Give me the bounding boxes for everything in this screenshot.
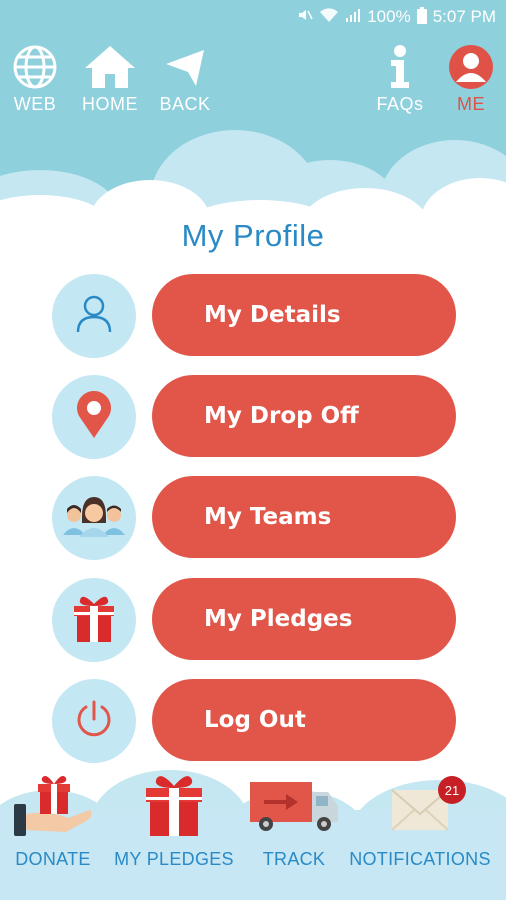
bottom-nav-my-pledges[interactable]: MY PLEDGES xyxy=(112,770,236,870)
signal-icon xyxy=(345,7,361,27)
nav-faqs[interactable]: FAQs xyxy=(365,44,435,115)
my-pledges-label: MY PLEDGES xyxy=(114,849,234,869)
gift-icon xyxy=(140,770,208,843)
user-avatar-icon xyxy=(448,44,494,90)
pledges-icon-circle[interactable] xyxy=(52,578,136,662)
log-out-button[interactable]: Log Out xyxy=(152,679,456,761)
donate-label: DONATE xyxy=(15,849,91,869)
donate-hand-gift-icon xyxy=(10,770,96,843)
menu-row-drop-off: My Drop Off xyxy=(52,375,456,459)
mute-icon xyxy=(297,7,313,27)
person-outline-icon xyxy=(70,290,118,343)
menu-row-pledges: My Pledges xyxy=(52,578,456,662)
details-icon-circle[interactable] xyxy=(52,274,136,358)
nav-back[interactable]: BACK xyxy=(150,44,220,115)
nav-web[interactable]: WEB xyxy=(0,44,70,115)
power-icon xyxy=(72,697,116,746)
gift-icon xyxy=(68,592,120,649)
status-bar: 100% 5:07 PM xyxy=(0,0,506,34)
my-pledges-button[interactable]: My Pledges xyxy=(152,578,456,660)
info-icon xyxy=(385,44,415,90)
nav-home[interactable]: HOME xyxy=(75,44,145,115)
location-pin-icon xyxy=(74,390,114,445)
bottom-nav-donate[interactable]: DONATE xyxy=(10,770,96,870)
page-title: My Profile xyxy=(181,218,325,253)
drop-off-icon-circle[interactable] xyxy=(52,375,136,459)
nav-back-label: BACK xyxy=(159,94,211,114)
nav-web-label: WEB xyxy=(13,94,57,114)
menu-row-logout: Log Out xyxy=(52,679,456,763)
notification-count-badge: 21 xyxy=(438,776,466,804)
track-label: TRACK xyxy=(262,849,326,869)
bottom-nav-track[interactable]: TRACK xyxy=(248,770,340,870)
battery-icon xyxy=(416,6,427,28)
nav-home-label: HOME xyxy=(82,94,138,114)
wifi-icon xyxy=(319,7,339,27)
back-arrow-icon xyxy=(162,44,208,90)
bottom-nav-notifications[interactable]: 21 NOTIFICATIONS xyxy=(346,770,494,870)
delivery-truck-icon xyxy=(248,770,340,843)
home-icon xyxy=(83,44,137,90)
logout-icon-circle[interactable] xyxy=(52,679,136,763)
clock: 5:07 PM xyxy=(432,7,496,26)
notifications-label: NOTIFICATIONS xyxy=(349,849,491,869)
globe-icon xyxy=(12,44,58,90)
battery-percent: 100% xyxy=(367,7,411,26)
menu-row-teams: My Teams xyxy=(52,476,456,560)
my-teams-button[interactable]: My Teams xyxy=(152,476,456,558)
my-drop-off-button[interactable]: My Drop Off xyxy=(152,375,456,457)
bottom-nav: DONATE MY PLEDGES TRACK 21 NOTIFICATIONS xyxy=(0,770,506,900)
menu-row-details: My Details xyxy=(52,274,456,358)
top-nav: WEB HOME BACK FAQs ME xyxy=(0,44,506,124)
teams-icon-circle[interactable] xyxy=(52,476,136,560)
nav-me[interactable]: ME xyxy=(436,44,506,115)
nav-me-label: ME xyxy=(457,94,485,114)
nav-faqs-label: FAQs xyxy=(376,94,424,114)
team-people-icon xyxy=(61,491,127,546)
my-details-button[interactable]: My Details xyxy=(152,274,456,356)
